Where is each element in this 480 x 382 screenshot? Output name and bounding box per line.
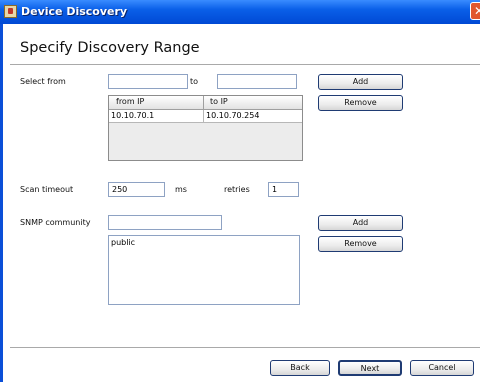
next-button[interactable]: Next [338, 360, 402, 376]
table-cell-from-ip: 10.10.70.1 [111, 111, 155, 120]
footer-separator [10, 347, 480, 348]
table-header: from IP to IP [109, 96, 302, 110]
remove-community-button[interactable]: Remove [318, 236, 403, 252]
select-from-label: Select from [20, 77, 66, 86]
retries-input[interactable]: 1 [268, 182, 299, 197]
title-bar[interactable]: Device Discovery ✕ [0, 0, 480, 24]
app-icon [4, 5, 17, 18]
column-header-to-ip[interactable]: to IP [210, 97, 228, 106]
scan-timeout-input[interactable]: 250 [108, 182, 165, 197]
close-button[interactable]: ✕ [470, 2, 480, 20]
list-item[interactable]: public [111, 238, 135, 247]
header-separator [10, 64, 480, 65]
cancel-button[interactable]: Cancel [410, 360, 474, 376]
ms-label: ms [175, 185, 187, 194]
to-label: to [190, 77, 199, 86]
table-row[interactable]: 10.10.70.1 10.10.70.254 [109, 110, 302, 123]
ip-range-table[interactable]: from IP to IP 10.10.70.1 10.10.70.254 [108, 95, 303, 161]
from-ip-input[interactable] [108, 74, 188, 89]
snmp-community-input[interactable] [108, 215, 222, 230]
remove-range-button[interactable]: Remove [318, 95, 403, 111]
page-heading: Specify Discovery Range [20, 40, 200, 56]
retries-label: retries [224, 185, 250, 194]
column-divider [203, 96, 204, 109]
community-list[interactable]: public [108, 235, 300, 305]
cell-divider [203, 110, 204, 122]
scan-timeout-label: Scan timeout [20, 185, 74, 194]
add-community-button[interactable]: Add [318, 215, 403, 231]
back-button[interactable]: Back [270, 360, 330, 376]
column-header-from-ip[interactable]: from IP [116, 97, 144, 106]
add-range-button[interactable]: Add [318, 74, 403, 90]
snmp-community-label: SNMP community [20, 218, 91, 227]
table-cell-to-ip: 10.10.70.254 [206, 111, 260, 120]
window-title: Device Discovery [21, 5, 128, 18]
to-ip-input[interactable] [217, 74, 297, 89]
